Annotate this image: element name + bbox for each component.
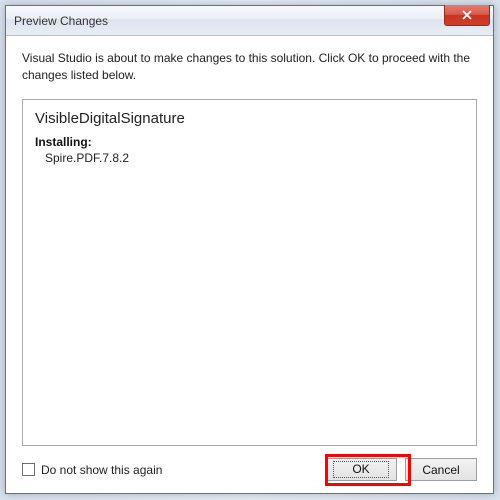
titlebar-title: Preview Changes [6,14,108,28]
do-not-show-checkbox[interactable] [22,463,35,476]
ok-button-label: OK [333,461,388,478]
do-not-show-label: Do not show this again [41,463,162,477]
close-icon [461,10,473,21]
cancel-button[interactable]: Cancel [405,458,477,481]
installing-label: Installing: [35,135,464,149]
instruction-text: Visual Studio is about to make changes t… [22,50,477,85]
cancel-button-label: Cancel [422,463,459,477]
preview-changes-dialog: Preview Changes Visual Studio is about t… [5,5,494,494]
changes-panel: VisibleDigitalSignature Installing: Spir… [22,99,477,446]
dialog-body: Visual Studio is about to make changes t… [6,36,493,493]
close-button[interactable] [444,5,490,26]
ok-button[interactable]: OK [325,458,397,481]
package-line: Spire.PDF.7.8.2 [35,151,464,165]
project-name: VisibleDigitalSignature [35,110,464,127]
titlebar[interactable]: Preview Changes [6,6,493,36]
dialog-footer: Do not show this again OK Cancel [22,446,477,481]
do-not-show-wrap[interactable]: Do not show this again [22,463,317,477]
